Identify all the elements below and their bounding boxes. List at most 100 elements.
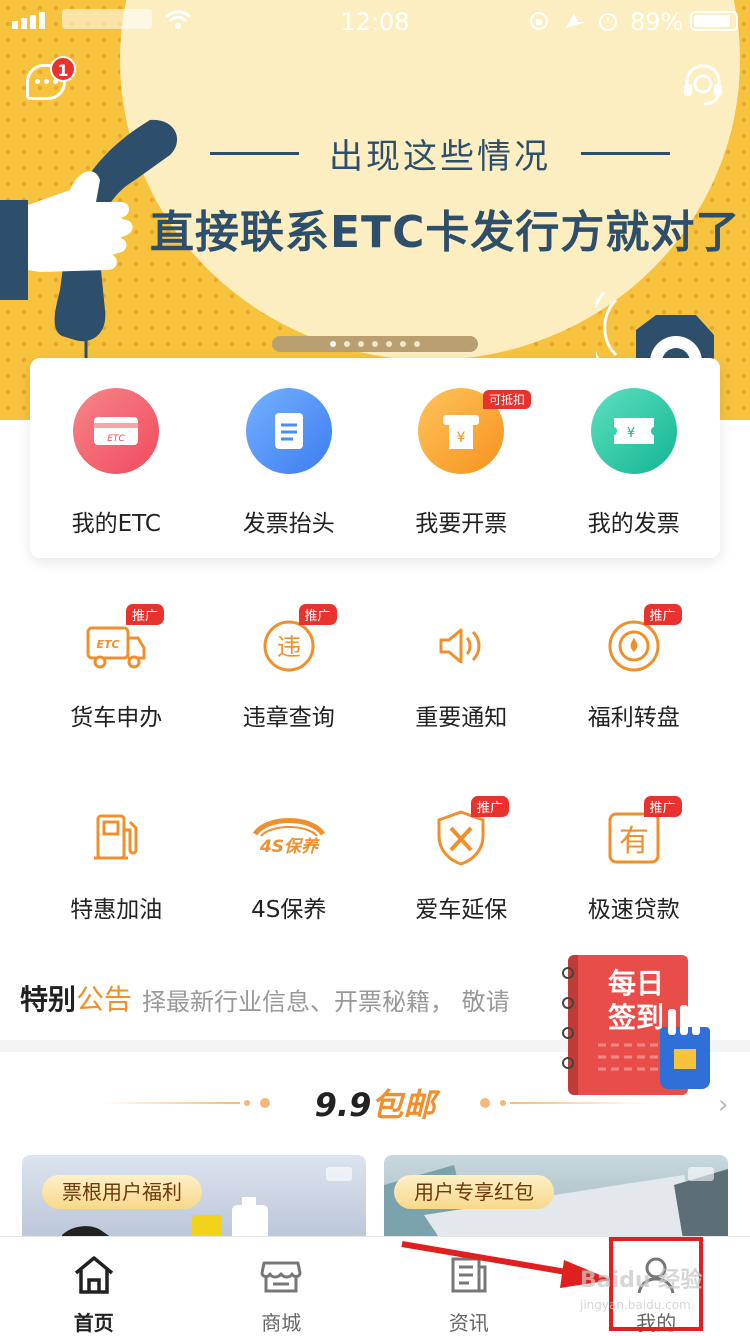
- tab-me-label: 我的: [563, 1307, 750, 1336]
- price-text: 9.9: [315, 1086, 372, 1124]
- header-line-right: [510, 1102, 650, 1104]
- customer-service-icon[interactable]: [680, 62, 726, 108]
- fast-loan-label: 极速贷款: [548, 890, 721, 924]
- pen-cup-icon: [660, 1027, 710, 1089]
- status-bar: 12:08 89%: [0, 0, 750, 40]
- pager-dot[interactable]: [400, 341, 406, 347]
- invoice-title-button[interactable]: 发票抬头: [203, 358, 376, 558]
- tab-news[interactable]: 资讯: [375, 1237, 563, 1334]
- truck-apply-button[interactable]: ETC 推广 货车申办: [30, 614, 203, 764]
- svg-text:违: 违: [277, 633, 301, 661]
- promo-banner[interactable]: 出现这些情况 直接联系ETC卡发行方就对了: [0, 0, 750, 420]
- maintenance-4s-label: 4S保养: [203, 890, 376, 924]
- svg-text:ETC: ETC: [97, 638, 120, 651]
- pen-cup-label: [674, 1049, 696, 1069]
- svg-text:¥: ¥: [627, 426, 635, 441]
- service-grid-row-2: 特惠加油 4S保养 4S保养 推广 爱车延保 有 推广 极速贷款: [30, 806, 720, 956]
- service-grid-row-1: ETC 推广 货车申办 违 推广 违章查询 重要通知 推广 福利转盘: [30, 614, 720, 764]
- warranty-extension-label: 爱车延保: [375, 890, 548, 924]
- lucky-wheel-button[interactable]: 推广 福利转盘: [548, 614, 721, 764]
- svg-text:ETC: ETC: [108, 434, 126, 444]
- announcement-text: 择最新行业信息、开票秘籍， 敬请: [142, 982, 510, 1017]
- ad-tag: [326, 1167, 352, 1181]
- tab-me[interactable]: 我的: [563, 1237, 750, 1334]
- speaker-icon: [429, 614, 493, 678]
- tab-home[interactable]: 首页: [0, 1237, 188, 1334]
- document-icon: [246, 388, 332, 474]
- svg-text:¥: ¥: [457, 430, 466, 446]
- status-icons: [528, 10, 624, 32]
- signin-book-rings: [560, 965, 576, 1085]
- header-dot: [500, 1100, 506, 1106]
- product-card[interactable]: 用户专享红包: [384, 1155, 728, 1245]
- maintenance-4s-icon: 4S保养: [249, 806, 329, 870]
- battery-icon: [690, 11, 738, 31]
- announcement-tag-a: 特别: [20, 983, 76, 1016]
- violation-query-label: 违章查询: [203, 698, 376, 732]
- svg-text:4S保养: 4S保养: [259, 837, 320, 857]
- home-icon: [72, 1253, 116, 1297]
- issue-invoice-button[interactable]: ¥ 可抵扣 我要开票: [375, 358, 548, 558]
- announcement-tag: 特别公告: [20, 978, 132, 1018]
- product-pill: 用户专享红包: [394, 1175, 554, 1209]
- banner-subtitle: 出现这些情况: [329, 129, 551, 178]
- announcement-tag-b: 公告: [76, 983, 132, 1016]
- notices-label: 重要通知: [375, 698, 548, 732]
- product-card[interactable]: 票根用户福利: [22, 1155, 366, 1245]
- tab-store[interactable]: 商城: [188, 1237, 376, 1334]
- free-shipping-text: 包邮: [371, 1086, 435, 1124]
- violation-query-button[interactable]: 违 推广 违章查询: [203, 614, 376, 764]
- promo-tag: 推广: [644, 604, 682, 625]
- banner-title: 直接联系ETC卡发行方就对了: [150, 196, 740, 260]
- tab-store-label: 商城: [188, 1307, 376, 1336]
- maintenance-4s-button[interactable]: 4S保养 4S保养: [203, 806, 376, 956]
- fast-loan-button[interactable]: 有 推广 极速贷款: [548, 806, 721, 956]
- news-icon: [447, 1253, 491, 1297]
- battery-percent: 89%: [630, 8, 683, 36]
- banner-subtitle-row: 出现这些情况: [210, 128, 670, 178]
- my-etc-button[interactable]: ETC 我的ETC: [30, 358, 203, 558]
- tab-news-label: 资讯: [375, 1307, 563, 1336]
- tab-home-label: 首页: [0, 1307, 188, 1336]
- promo-tag: 推广: [126, 604, 164, 625]
- truck-apply-label: 货车申办: [30, 698, 203, 732]
- my-etc-label: 我的ETC: [30, 504, 203, 538]
- user-icon: [634, 1253, 678, 1297]
- pager-dot[interactable]: [372, 341, 378, 347]
- deductible-tag: 可抵扣: [483, 390, 531, 409]
- product-pill: 票根用户福利: [42, 1175, 202, 1209]
- pager-dot[interactable]: [344, 341, 350, 347]
- header-dot: [480, 1098, 490, 1108]
- daily-signin-button[interactable]: 每日签到: [560, 955, 720, 1095]
- store-icon: [259, 1253, 303, 1297]
- pager-dot[interactable]: [330, 341, 336, 347]
- my-invoices-label: 我的发票: [548, 504, 721, 538]
- promo-tag: 推广: [299, 604, 337, 625]
- banner-line-right: [581, 152, 670, 155]
- bottom-tab-bar: 首页 商城 资讯 我的: [0, 1236, 750, 1334]
- pager-dot[interactable]: [386, 341, 392, 347]
- promo-tag: 推广: [471, 796, 509, 817]
- pen-cup-pens: [664, 1005, 708, 1035]
- fuel-discount-label: 特惠加油: [30, 890, 203, 924]
- warranty-extension-button[interactable]: 推广 爱车延保: [375, 806, 548, 956]
- svg-text:有: 有: [619, 824, 649, 859]
- quick-actions-card: ETC 我的ETC 发票抬头 ¥ 可抵扣 我要开票 ¥ 我的发票: [30, 358, 720, 558]
- pager-dot[interactable]: [414, 341, 420, 347]
- pager-dot[interactable]: [358, 341, 364, 347]
- notices-button[interactable]: 重要通知: [375, 614, 548, 764]
- invoice-title-label: 发票抬头: [203, 504, 376, 538]
- lucky-wheel-label: 福利转盘: [548, 698, 721, 732]
- ad-tag: [688, 1167, 714, 1181]
- fuel-pump-icon: [84, 806, 148, 870]
- banner-line-left: [210, 152, 299, 155]
- message-badge: 1: [50, 56, 76, 82]
- etc-card-icon: ETC: [73, 388, 159, 474]
- chat-bubble-icon: [35, 79, 58, 84]
- fuel-discount-button[interactable]: 特惠加油: [30, 806, 203, 956]
- my-invoices-button[interactable]: ¥ 我的发票: [548, 358, 721, 558]
- promo-tag: 推广: [644, 796, 682, 817]
- issue-invoice-label: 我要开票: [375, 504, 548, 538]
- ticket-icon: ¥: [591, 388, 677, 474]
- banner-pager[interactable]: [272, 336, 478, 352]
